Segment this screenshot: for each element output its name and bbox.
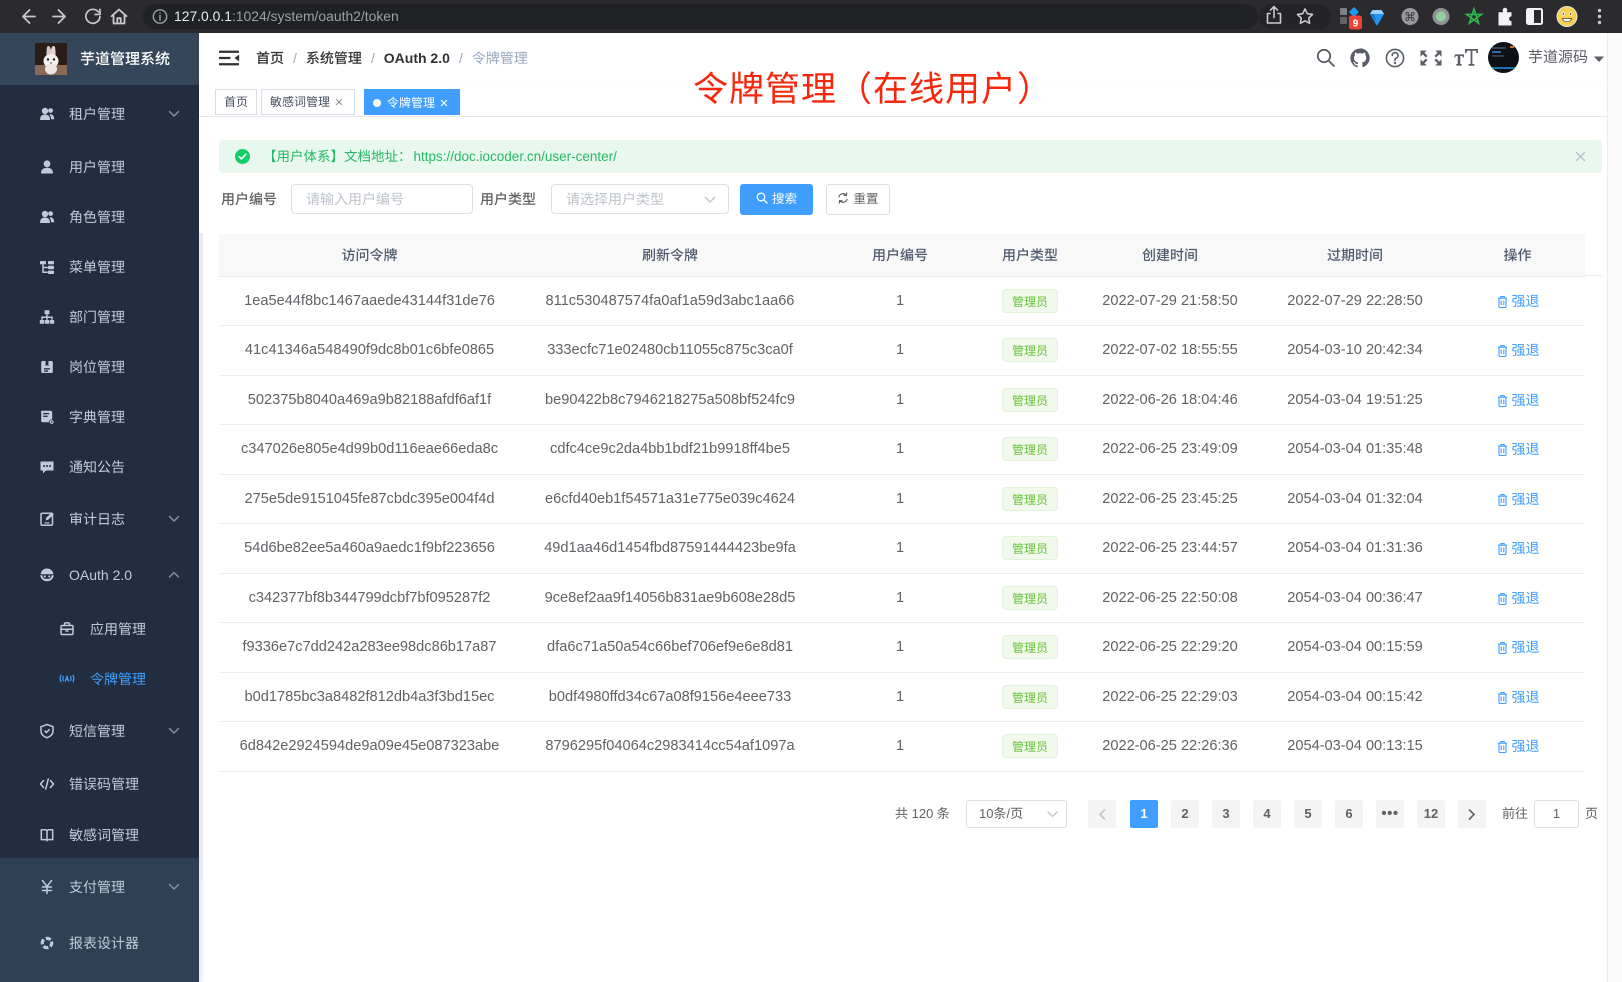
- svg-text:⌘: ⌘: [1404, 10, 1416, 24]
- svg-text:9: 9: [1353, 19, 1359, 30]
